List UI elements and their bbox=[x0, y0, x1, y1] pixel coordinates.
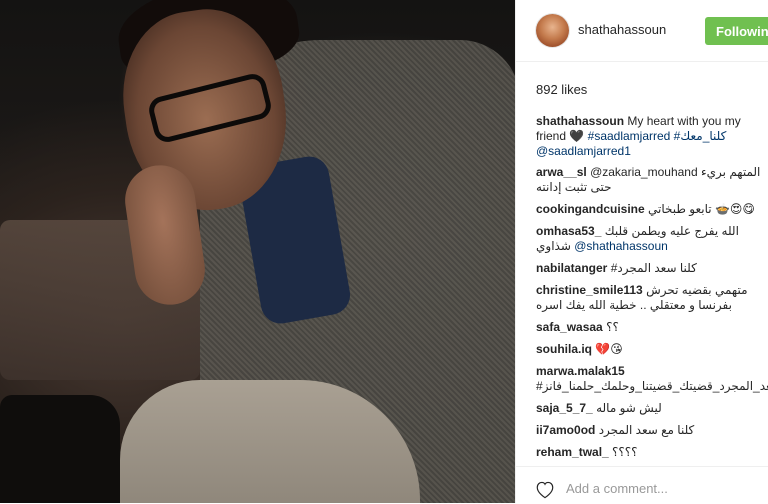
comment-item: nabilatanger #كلنا سعد المجرد bbox=[536, 261, 766, 276]
comment-item: cookingandcuisine تابعو طبخاتي 🍲😍😋 bbox=[536, 202, 766, 217]
post-photo[interactable] bbox=[0, 0, 515, 503]
comment-mention[interactable]: @shathahassoun bbox=[574, 239, 668, 253]
post-username[interactable]: shathahassoun bbox=[578, 22, 666, 37]
comment-text: ؟؟؟؟ bbox=[612, 445, 638, 459]
heart-outline-icon[interactable] bbox=[534, 479, 556, 499]
comment-text: #كلنا سعد المجرد bbox=[610, 261, 697, 275]
avatar[interactable] bbox=[536, 14, 569, 47]
comment-text: #كلنا_سعد_المجرد_قضيتك_قضيتنا_وحلمك_حلمن… bbox=[536, 379, 768, 393]
comment-text: كلنا مع سعد المجرد bbox=[598, 423, 695, 437]
comment-text: ليش شو ماله bbox=[596, 401, 662, 415]
comment-item: saja_5_7_ ليش شو ماله bbox=[536, 401, 766, 416]
comment-footer bbox=[516, 466, 768, 503]
caption-mention[interactable]: @saadlamjarred1 bbox=[536, 144, 631, 158]
comment-username[interactable]: christine_smile113 bbox=[536, 283, 643, 297]
post-header: shathahassoun Following bbox=[516, 0, 768, 62]
comment-item: ii7amo0od كلنا مع سعد المجرد bbox=[536, 423, 766, 438]
likes-count[interactable]: 892 likes bbox=[536, 82, 587, 97]
comment-username[interactable]: omhasa53_ bbox=[536, 224, 601, 238]
comment-text: ؟؟ bbox=[606, 320, 619, 334]
caption-username[interactable]: shathahassoun bbox=[536, 114, 624, 128]
comment-username[interactable]: nabilatanger bbox=[536, 261, 607, 275]
comment-username[interactable]: cookingandcuisine bbox=[536, 202, 645, 216]
comment-username[interactable]: saja_5_7_ bbox=[536, 401, 593, 415]
caption: shathahassoun My heart with you my frien… bbox=[536, 114, 766, 159]
following-button[interactable]: Following bbox=[705, 17, 768, 45]
photo-bag bbox=[0, 395, 120, 503]
comment-item: reham_twal_ ؟؟؟؟ bbox=[536, 445, 766, 460]
comment-item: arwa__sl @zakaria_mouhand المتهم بريء حت… bbox=[536, 165, 766, 195]
comment-username[interactable]: marwa.malak15 bbox=[536, 364, 625, 378]
comment-text: 💔😘 bbox=[595, 342, 623, 356]
comment-username[interactable]: safa_wasaa bbox=[536, 320, 603, 334]
add-comment-input[interactable] bbox=[564, 477, 758, 499]
comment-username[interactable]: reham_twal_ bbox=[536, 445, 609, 459]
comments-list: shathahassoun My heart with you my frien… bbox=[536, 114, 768, 467]
comment-item: marwa.malak15 #كلنا_سعد_المجرد_قضيتك_قضي… bbox=[536, 364, 768, 394]
post-side-panel: shathahassoun Following 892 likes shatha… bbox=[515, 0, 768, 503]
comment-username[interactable]: ii7amo0od bbox=[536, 423, 595, 437]
comment-text: تابعو طبخاتي 🍲😍😋 bbox=[648, 202, 755, 216]
comment-item: souhila.iq 💔😘 bbox=[536, 342, 766, 357]
caption-hashtags[interactable]: #saadlamjarred #كلنا_معك bbox=[588, 129, 727, 143]
comment-username[interactable]: arwa__sl bbox=[536, 165, 587, 179]
comment-item: omhasa53_ الله يفرج عليه ويطمن قلبك شذاو… bbox=[536, 224, 766, 254]
comment-item: safa_wasaa ؟؟ bbox=[536, 320, 766, 335]
comment-item: christine_smile113 متهمي بقضيه تحرش بفرن… bbox=[536, 283, 766, 313]
comment-username[interactable]: souhila.iq bbox=[536, 342, 592, 356]
